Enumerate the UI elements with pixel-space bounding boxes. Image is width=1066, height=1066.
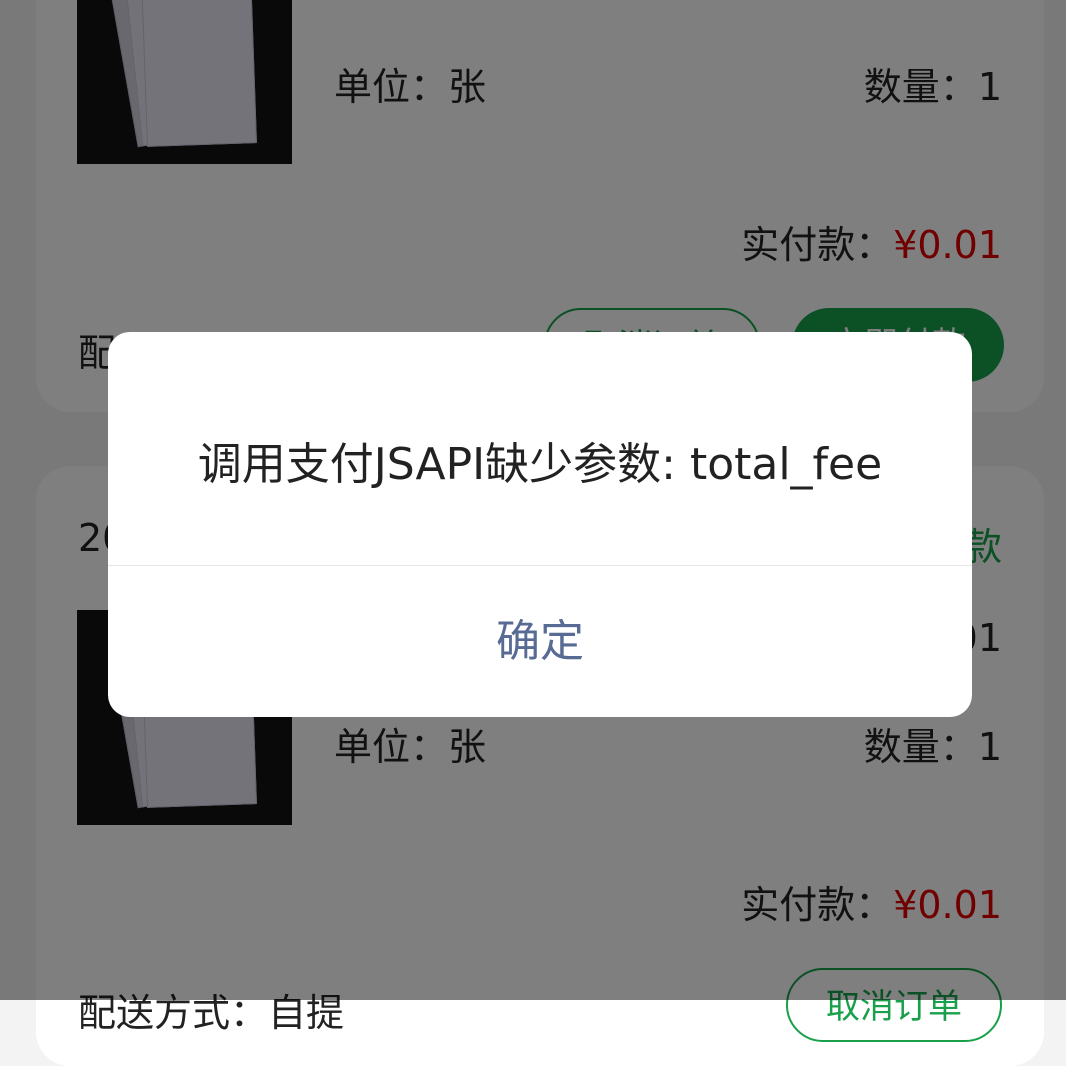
confirm-button[interactable]: 确定 [108,566,972,717]
order-list-page: 单位：张 数量：1 实付款：¥0.01 配送方式：自提 取消订单 立即付款 20… [0,0,1066,1066]
payment-error-dialog: 调用支付JSAPI缺少参数: total_fee 确定 [108,332,972,717]
dialog-message: 调用支付JSAPI缺少参数: total_fee [197,439,883,490]
